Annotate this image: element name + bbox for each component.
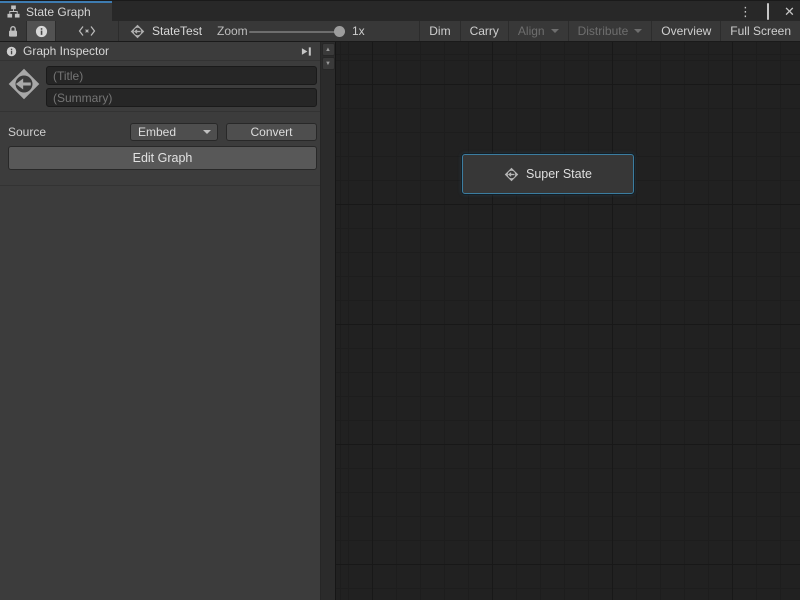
panel-maximize-button[interactable] [298,44,315,59]
info-icon [35,25,48,38]
divider [0,185,320,186]
zoom-label: Zoom [217,21,248,41]
window-controls: ⋮ ✕ [738,1,797,22]
zoom-slider-handle[interactable] [334,26,345,37]
lock-icon [6,24,20,38]
window-close-icon[interactable]: ✕ [782,1,797,22]
code-view-button[interactable] [56,21,119,41]
graph-canvas[interactable]: Super State [336,42,800,600]
state-graph-icon [504,167,519,182]
state-graph-icon [7,67,41,101]
info-icon [6,46,17,57]
hierarchy-icon [7,5,20,18]
code-icon [78,25,96,37]
zoom-slider-track[interactable] [249,31,345,33]
distribute-button[interactable]: Distribute [568,21,652,41]
chevron-down-icon [203,130,211,134]
window-menu-icon[interactable]: ⋮ [738,1,753,22]
source-dropdown-value: Embed [138,125,176,139]
node-label: Super State [526,167,592,181]
tab-label: State Graph [26,5,91,19]
zoom-value: 1x [352,21,365,41]
breadcrumb-label: StateTest [152,24,202,38]
edit-graph-button[interactable]: Edit Graph [8,146,317,170]
tab-bar: State Graph ⋮ ✕ [0,0,800,21]
inspector-header: Graph Inspector [0,42,320,61]
graph-toolbar: StateTest Zoom 1x Dim Carry Align Distri… [0,21,800,42]
tab-state-graph[interactable]: State Graph [0,1,112,22]
inspector-scrollbar[interactable]: ▲ ▼ [320,42,335,600]
inspector-toggle-button[interactable] [27,21,56,41]
state-graph-icon [130,24,145,39]
full-screen-button[interactable]: Full Screen [720,21,800,41]
divider [0,111,320,112]
carry-button[interactable]: Carry [460,21,508,41]
graph-title-input[interactable] [46,66,317,85]
scroll-up-icon[interactable]: ▲ [322,43,335,56]
node-super-state[interactable]: Super State [462,154,634,194]
toolbar-right-group: Dim Carry Align Distribute Overview Full… [419,21,800,41]
graph-summary-input[interactable] [46,88,317,107]
panel-maximize-icon [300,46,313,57]
state-graph-window: State Graph ⋮ ✕ [0,0,800,600]
graph-inspector-panel: Graph Inspector Source Embed [0,42,335,600]
inspector-title: Graph Inspector [23,44,109,58]
source-dropdown[interactable]: Embed [130,123,218,141]
align-button[interactable]: Align [508,21,568,41]
breadcrumb-state-test[interactable]: StateTest [130,21,202,41]
dim-button[interactable]: Dim [419,21,459,41]
window-maximize-icon[interactable] [760,1,775,22]
convert-button[interactable]: Convert [226,123,317,141]
source-label: Source [8,123,46,141]
chevron-down-icon [551,29,559,33]
chevron-down-icon [634,29,642,33]
lock-button[interactable] [0,21,27,41]
overview-button[interactable]: Overview [651,21,720,41]
scroll-down-icon[interactable]: ▼ [322,57,335,70]
